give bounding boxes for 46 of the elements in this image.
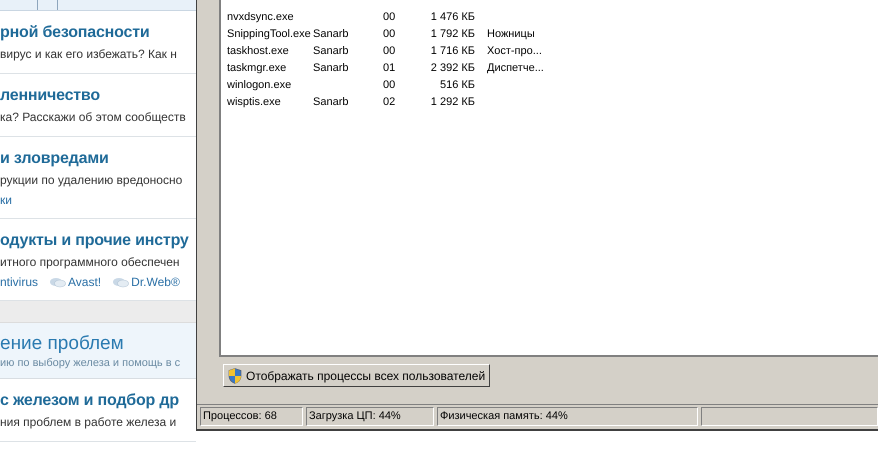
- category-title[interactable]: ение проблем: [0, 333, 196, 355]
- process-description: Ножницы: [486, 27, 535, 42]
- forum-title[interactable]: ленничество: [0, 85, 196, 107]
- process-cpu: 02: [383, 95, 396, 110]
- subforum-link[interactable]: Dr.Web®: [131, 274, 180, 290]
- forum-description: вирус и как его избежать? Как н: [0, 46, 178, 63]
- show-all-processes-button[interactable]: Отображать процессы всех пользователей: [223, 364, 490, 387]
- subforum-link[interactable]: ки: [0, 192, 12, 208]
- forum-description: итного программного обеспечен: [0, 254, 181, 271]
- forum-description: ка? Расскажи об этом сообществ: [0, 109, 187, 126]
- process-cpu: 01: [383, 61, 396, 76]
- process-user: Sanarb: [313, 61, 350, 76]
- forum-description: ния проблем в работе железа и: [0, 414, 178, 431]
- process-description: Диспетче...: [486, 61, 544, 76]
- forum-description: рукции по удалению вредоносно: [0, 172, 184, 189]
- subforum-link[interactable]: ntivirus: [0, 274, 38, 290]
- process-name: SnippingTool.exe: [226, 27, 312, 42]
- process-name: winlogon.exe: [226, 78, 292, 94]
- process-memory: 2 392 КБ: [430, 61, 475, 76]
- shield-icon: [228, 368, 242, 384]
- process-name: nvxdsync.exe: [226, 10, 295, 26]
- status-bar-panel: Загрузка ЦП: 44%: [306, 407, 434, 426]
- status-bar-panel: Процессов: 68: [200, 407, 303, 426]
- process-name: taskhost.exe: [226, 44, 290, 60]
- category-description: ию по выбору железа и помощь в с: [0, 356, 182, 371]
- subforum-link[interactable]: Avast!: [68, 274, 102, 290]
- process-cpu: 00: [383, 10, 396, 26]
- status-bar-panel: Физическая память: 44%: [437, 407, 698, 426]
- forum-title[interactable]: и зловредами: [0, 148, 196, 170]
- process-memory: 516 КБ: [438, 78, 475, 94]
- process-cpu: 00: [383, 44, 396, 60]
- process-user: Sanarb: [313, 27, 350, 42]
- process-memory: 1 716 КБ: [430, 44, 475, 60]
- process-memory: 1 792 КБ: [430, 27, 475, 42]
- process-user: Sanarb: [313, 95, 350, 110]
- process-cpu: 00: [383, 27, 396, 42]
- process-description: Хост-про...: [486, 44, 542, 60]
- process-memory: 1 292 КБ: [430, 95, 475, 110]
- process-name: wisptis.exe: [226, 95, 282, 110]
- process-cpu: 00: [383, 78, 396, 94]
- forum-title[interactable]: с железом и подбор др: [0, 390, 196, 412]
- forum-title[interactable]: рной безопасности: [0, 22, 196, 44]
- process-memory: 1 476 КБ: [430, 10, 475, 26]
- process-user: Sanarb: [313, 44, 350, 60]
- forum-title[interactable]: одукты и прочие инстру: [0, 230, 196, 252]
- process-name: taskmgr.exe: [226, 61, 288, 76]
